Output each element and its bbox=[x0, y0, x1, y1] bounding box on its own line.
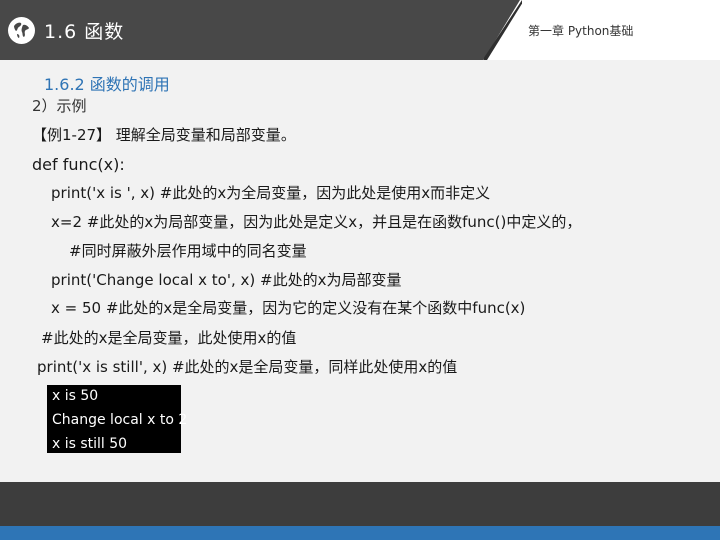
code-line: def func(x): bbox=[32, 155, 125, 174]
subsection-heading: 1.6.2 函数的调用 bbox=[44, 75, 170, 94]
output-terminal: x is 50 Change local x to 2 x is still 5… bbox=[47, 385, 187, 453]
globe-icon bbox=[8, 17, 35, 44]
footer-bar bbox=[0, 482, 720, 526]
code-line: print('Change local x to', x) #此处的x为局部变量 bbox=[51, 271, 402, 289]
section-title: 1.6 函数 bbox=[44, 21, 125, 43]
example-heading: 2）示例 bbox=[32, 97, 87, 115]
code-line: print('x is ', x) #此处的x为全局变量，因为此处是使用x而非定… bbox=[51, 184, 491, 202]
code-line: #此处的x是全局变量，此处使用x的值 bbox=[41, 329, 297, 347]
slide-header: 1.6 函数 第一章 Python基础 bbox=[0, 0, 720, 60]
example-title: 【例1-27】 理解全局变量和局部变量。 bbox=[32, 126, 296, 144]
code-line: print('x is still', x) #此处的x是全局变量，同样此处使用… bbox=[37, 358, 458, 376]
code-line: x=2 #此处的x为局部变量，因为此处是定义x，并且是在函数func()中定义的… bbox=[51, 213, 582, 231]
output-line: Change local x to 2 bbox=[52, 412, 188, 428]
footer-accent-bar bbox=[0, 526, 720, 540]
code-line: #同时屏蔽外层作用域中的同名变量 bbox=[69, 242, 307, 260]
output-line: x is still 50 bbox=[52, 436, 128, 452]
code-line: x = 50 #此处的x是全局变量，因为它的定义没有在某个函数中func(x) bbox=[51, 299, 526, 317]
chapter-label: 第一章 Python基础 bbox=[528, 24, 634, 38]
output-line: x is 50 bbox=[52, 388, 99, 404]
